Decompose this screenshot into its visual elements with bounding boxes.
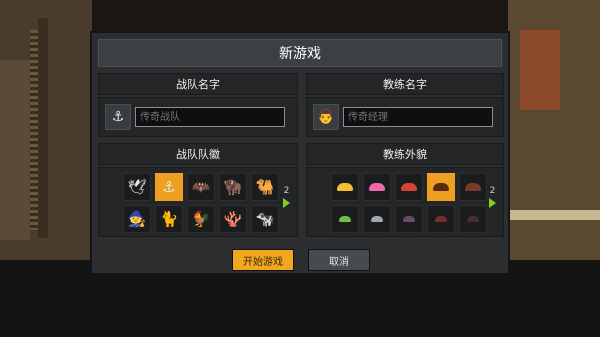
anchor-icon[interactable]: ⚓	[105, 104, 131, 130]
team-name-row: ⚓	[105, 104, 285, 130]
hair-green-icon	[339, 216, 351, 222]
coach-look-option[interactable]	[331, 205, 359, 233]
team-logo-option[interactable]: 🐓	[187, 205, 215, 233]
scene-stripe	[508, 210, 600, 220]
coach-avatar-icon[interactable]: 👨	[313, 104, 339, 130]
coach-look-option[interactable]	[427, 173, 455, 201]
scene-pillar	[38, 18, 48, 238]
coach-name-header: 教练名字	[306, 73, 504, 95]
team-logo-option[interactable]: 🦬	[219, 173, 247, 201]
team-logo-pager[interactable]: 2	[283, 186, 290, 208]
new-game-dialog: 新游戏 战队名字 ⚓ 教练名字 👨 战队队徽 🕊 ⚓ 🦇 🦬 🐫 🧙 🐈 🐓 🪸 🐄 2 教练外貌…	[90, 31, 510, 275]
coach-look-page-number: 2	[489, 186, 496, 196]
wizard-icon: 🧙	[127, 209, 147, 228]
team-name-panel: ⚓	[98, 97, 298, 137]
team-logo-option[interactable]: ⚓	[155, 173, 183, 201]
team-logo-option[interactable]: 🐈	[155, 205, 183, 233]
dialog-title: 新游戏	[98, 39, 502, 67]
team-logo-option[interactable]: 🐫	[251, 173, 279, 201]
coach-look-option[interactable]	[459, 173, 487, 201]
scene-tree	[520, 30, 560, 110]
team-name-header: 战队名字	[98, 73, 298, 95]
coach-look-option[interactable]	[395, 173, 423, 201]
coach-look-panel: 2	[306, 167, 504, 237]
bison-icon: 🦬	[223, 177, 243, 196]
scene-wall-left	[0, 0, 92, 260]
seagull-icon: 🕊	[127, 177, 147, 196]
bat-icon: 🦇	[191, 177, 211, 196]
team-logo-page-number: 2	[283, 186, 290, 196]
hair-red-icon	[401, 183, 417, 191]
team-logo-grid: 🕊 ⚓ 🦇 🦬 🐫 🧙 🐈 🐓 🪸 🐄	[123, 173, 279, 233]
team-logo-panel: 🕊 ⚓ 🦇 🦬 🐫 🧙 🐈 🐓 🪸 🐄 2	[98, 167, 298, 237]
coach-look-option[interactable]	[427, 205, 455, 233]
hair-gray-icon	[371, 216, 383, 222]
team-logo-option[interactable]: 🪸	[219, 205, 247, 233]
cancel-button[interactable]: 取消	[308, 249, 370, 271]
team-logo-option[interactable]: 🕊	[123, 173, 151, 201]
coach-look-header: 教练外貌	[306, 143, 504, 165]
coach-name-input[interactable]	[343, 107, 493, 127]
hair-darkred-icon	[465, 183, 481, 191]
team-logo-option[interactable]: 🐄	[251, 205, 279, 233]
next-arrow-icon[interactable]	[283, 198, 290, 208]
coach-look-option[interactable]	[395, 205, 423, 233]
team-name-input[interactable]	[135, 107, 285, 127]
anchor-icon: ⚓	[162, 177, 176, 196]
coach-look-option[interactable]	[331, 173, 359, 201]
rooster-icon: 🐓	[191, 209, 211, 228]
team-logo-header: 战队队徽	[98, 143, 298, 165]
hair-brown-icon	[433, 183, 449, 191]
coach-look-grid	[331, 173, 487, 233]
scene-dots	[30, 30, 38, 230]
scene-wall-right	[508, 0, 600, 260]
coach-look-pager[interactable]: 2	[489, 186, 496, 208]
cow-icon: 🐄	[255, 209, 275, 228]
start-game-button[interactable]: 开始游戏	[232, 249, 294, 271]
coach-name-panel: 👨	[306, 97, 504, 137]
next-arrow-icon[interactable]	[489, 198, 496, 208]
hair-yellow-icon	[337, 183, 353, 191]
hair-maroon-icon	[435, 216, 447, 222]
camel-icon: 🐫	[255, 177, 275, 196]
coach-look-option[interactable]	[459, 205, 487, 233]
scene-strip	[0, 60, 30, 240]
hair-pink-icon	[369, 183, 385, 191]
coach-look-option[interactable]	[363, 173, 391, 201]
hair-dark-icon	[467, 216, 479, 222]
coach-name-row: 👨	[313, 104, 493, 130]
coral-icon: 🪸	[223, 209, 243, 228]
hair-purple-icon	[403, 216, 415, 222]
cat-icon: 🐈	[159, 209, 179, 228]
team-logo-option[interactable]: 🧙	[123, 205, 151, 233]
team-logo-option[interactable]: 🦇	[187, 173, 215, 201]
coach-look-option[interactable]	[363, 205, 391, 233]
